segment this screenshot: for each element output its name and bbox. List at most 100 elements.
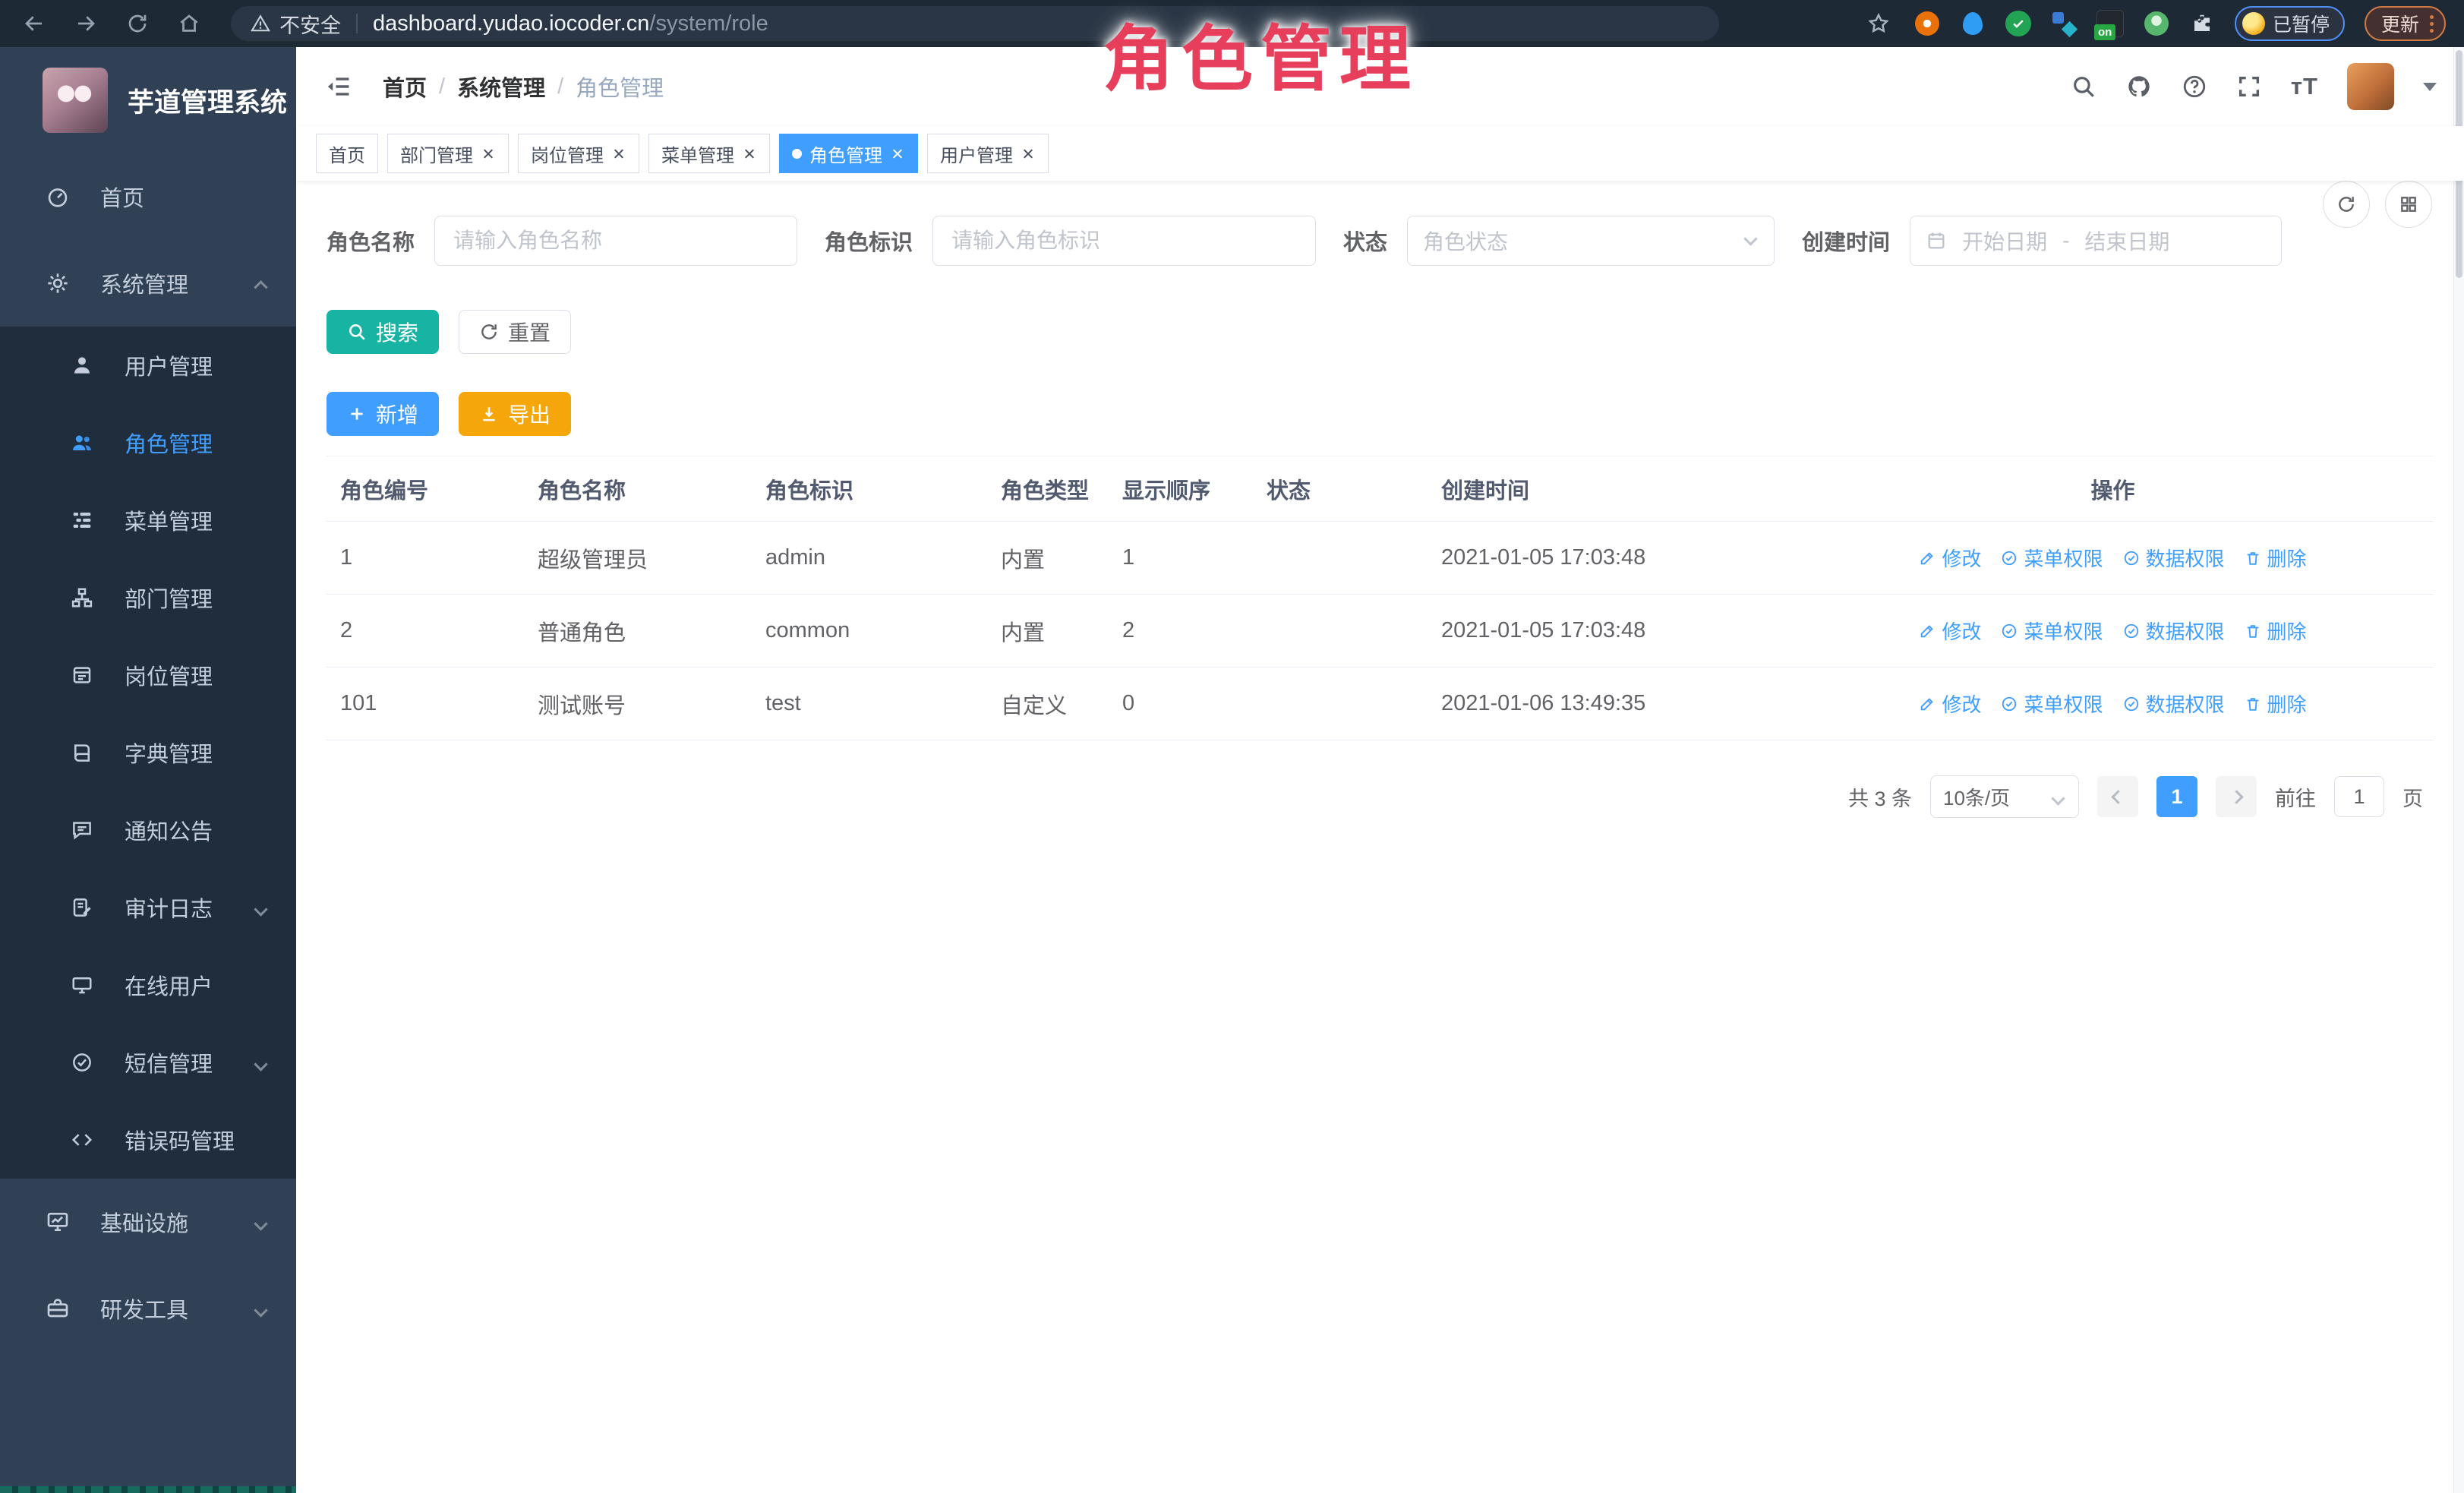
infrastructure-icon (44, 1210, 71, 1234)
fullscreen-icon[interactable] (2236, 74, 2262, 99)
delete-action-link[interactable]: 删除 (2245, 690, 2307, 718)
sidebar-item-sms[interactable]: 短信管理 (0, 1024, 296, 1101)
export-button[interactable]: 导出 (459, 392, 571, 436)
browser-update-button[interactable]: 更新 (2365, 6, 2446, 41)
sidebar-item-notice[interactable]: 通知公告 (0, 791, 296, 869)
menu-permission-action-link[interactable]: 菜单权限 (2001, 544, 2103, 572)
font-size-icon[interactable]: тT (2291, 73, 2318, 100)
extension-drop-icon[interactable] (1960, 11, 1986, 36)
current-page-button[interactable]: 1 (2156, 776, 2197, 817)
browser-home-button[interactable] (173, 8, 205, 39)
col-actions: 操作 (1806, 473, 2420, 505)
sidebar-item-menus[interactable]: 菜单管理 (0, 481, 296, 559)
prev-page-button[interactable] (2097, 776, 2138, 817)
user-avatar[interactable] (2347, 63, 2394, 110)
sidebar-item-dev-tools[interactable]: 研发工具 (0, 1265, 296, 1352)
tab-roles[interactable]: 角色管理 (779, 134, 918, 173)
help-icon[interactable] (2182, 74, 2207, 99)
update-label: 更新 (2381, 10, 2419, 37)
browser-back-button[interactable] (18, 8, 50, 39)
menu-permission-action-link[interactable]: 菜单权限 (2001, 690, 2103, 718)
create-time-range-picker[interactable]: 开始日期 - 结束日期 (1910, 216, 2282, 266)
app-logo[interactable]: 芋道管理系统 (0, 47, 296, 153)
goto-label: 前往 (2275, 782, 2316, 812)
col-role-type: 角色类型 (1001, 473, 1122, 505)
table-toolbar: 新增 导出 (327, 392, 2434, 436)
tab-posts[interactable]: 岗位管理 (518, 134, 639, 173)
cell-created: 2021-01-05 17:03:48 (1441, 545, 1806, 570)
sidebar-item-online-users[interactable]: 在线用户 (0, 946, 296, 1024)
status-select[interactable]: 角色状态 (1407, 216, 1775, 266)
edit-action-link[interactable]: 修改 (1919, 617, 1981, 645)
extensions-puzzle-icon[interactable] (2189, 11, 2215, 36)
bookmark-star-button[interactable] (1863, 8, 1895, 39)
profile-paused-chip[interactable]: 已暂停 (2235, 6, 2345, 41)
edit-action-link[interactable]: 修改 (1919, 690, 1981, 718)
address-bar[interactable]: 不安全 dashboard.yudao.iocoder.cn/system/ro… (231, 6, 1719, 41)
data-permission-action-link[interactable]: 数据权限 (2123, 617, 2225, 645)
close-icon[interactable] (611, 146, 626, 161)
extension-duo-icon[interactable] (2051, 11, 2077, 36)
menu-permission-action-link[interactable]: 菜单权限 (2001, 617, 2103, 645)
col-role-key: 角色标识 (765, 473, 1001, 505)
sidebar-item-dict[interactable]: 字典管理 (0, 714, 296, 791)
reset-button[interactable]: 重置 (459, 310, 571, 354)
cell-role-key: test (765, 691, 1001, 716)
col-created: 创建时间 (1441, 473, 1806, 505)
breadcrumb-home[interactable]: 首页 (383, 71, 427, 103)
chrome-menu-icon[interactable] (2430, 15, 2434, 33)
breadcrumb-current: 角色管理 (576, 71, 664, 103)
sidebar-item-users[interactable]: 用户管理 (0, 327, 296, 404)
avatar-caret-icon[interactable] (2423, 83, 2437, 91)
column-settings-button[interactable] (2385, 181, 2432, 228)
tab-home[interactable]: 首页 (316, 134, 378, 173)
role-name-input[interactable] (434, 216, 797, 266)
browser-reload-button[interactable] (121, 8, 153, 39)
data-permission-action-link[interactable]: 数据权限 (2123, 544, 2225, 572)
breadcrumb-section[interactable]: 系统管理 (457, 71, 545, 103)
sidebar-item-infrastructure[interactable]: 基础设施 (0, 1179, 296, 1265)
sidebar-item-error-codes[interactable]: 错误码管理 (0, 1101, 296, 1179)
add-button[interactable]: 新增 (327, 392, 439, 436)
sidebar-fold-button[interactable] (323, 74, 354, 99)
sidebar-item-system[interactable]: 系统管理 (0, 240, 296, 327)
header-search-icon[interactable] (2071, 74, 2096, 99)
page-size-select[interactable]: 10条/页 (1930, 775, 2079, 818)
data-permission-action-link[interactable]: 数据权限 (2123, 690, 2225, 718)
search-button[interactable]: 搜索 (327, 310, 439, 354)
delete-action-link[interactable]: 删除 (2245, 544, 2307, 572)
extension-orange-icon[interactable] (1914, 11, 1940, 36)
post-icon (68, 664, 96, 687)
browser-forward-button[interactable] (70, 8, 102, 39)
close-icon[interactable] (742, 146, 757, 161)
edit-icon (1919, 696, 1936, 712)
sidebar-item-audit-log[interactable]: 审计日志 (0, 869, 296, 946)
tab-menus[interactable]: 菜单管理 (648, 134, 770, 173)
extension-dark-icon[interactable]: on (2096, 10, 2124, 37)
reload-icon (126, 12, 149, 35)
role-key-input[interactable] (932, 216, 1316, 266)
page-scrollbar[interactable] (2453, 47, 2464, 1493)
close-icon[interactable] (1021, 146, 1036, 161)
sidebar-item-home[interactable]: 首页 (0, 153, 296, 240)
github-icon[interactable] (2125, 73, 2153, 100)
sidebar-item-posts[interactable]: 岗位管理 (0, 636, 296, 714)
sidebar-item-roles[interactable]: 角色管理 (0, 404, 296, 481)
close-icon[interactable] (890, 146, 905, 161)
next-page-button[interactable] (2216, 776, 2257, 817)
extension-check-icon[interactable] (2005, 11, 2031, 36)
goto-page-input[interactable] (2334, 776, 2384, 817)
sms-check-icon (68, 1051, 96, 1074)
filter-actions: 搜索 重置 (327, 310, 2434, 354)
not-secure-warning-icon (251, 14, 270, 33)
refresh-table-button[interactable] (2323, 181, 2370, 228)
edit-action-link[interactable]: 修改 (1919, 544, 1981, 572)
tags-view-bar: 首页 部门管理 岗位管理 菜单管理 角色管理 用户管理 (296, 126, 2464, 181)
sidebar-item-departments[interactable]: 部门管理 (0, 559, 296, 636)
tab-departments[interactable]: 部门管理 (387, 134, 509, 173)
extension-on-badge: on (2094, 24, 2115, 40)
delete-action-link[interactable]: 删除 (2245, 617, 2307, 645)
tab-users[interactable]: 用户管理 (927, 134, 1049, 173)
close-icon[interactable] (481, 146, 496, 161)
extension-person-icon[interactable] (2144, 11, 2169, 36)
